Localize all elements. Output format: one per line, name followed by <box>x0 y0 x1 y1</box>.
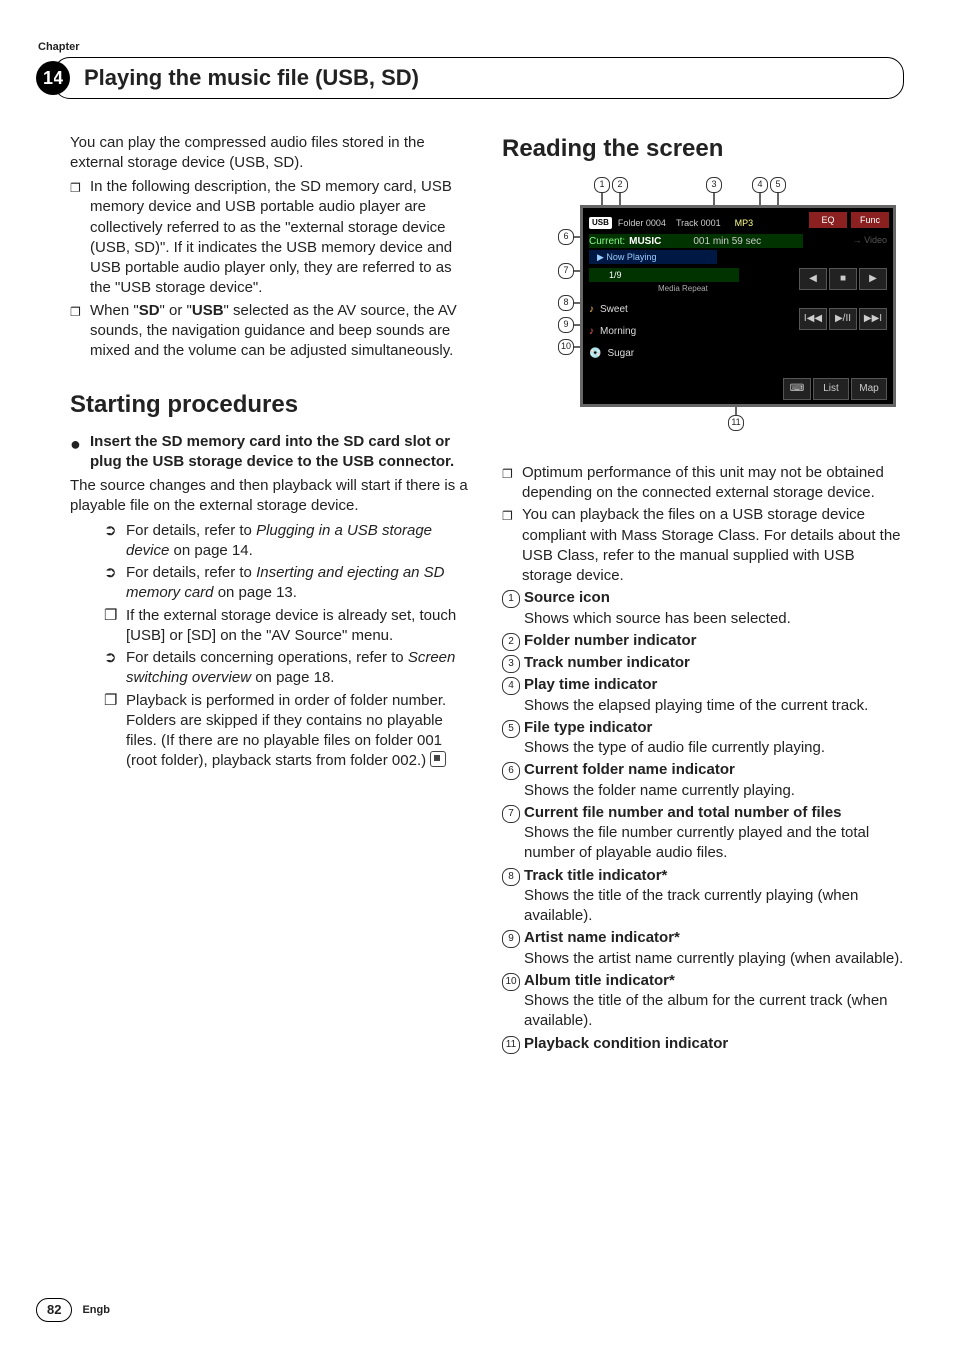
stop-button[interactable]: ■ <box>829 268 857 290</box>
right-column: Reading the screen 1 2 3 4 5 6 7 8 9 10 … <box>502 133 904 1056</box>
current-folder: MUSIC <box>629 235 661 249</box>
track-indicator: Track 0001 <box>676 217 721 229</box>
sub-note-set: ❐ If the external storage device is alre… <box>104 606 472 647</box>
screen-mock: USB Folder 0004 Track 0001 MP3 EQ Func C… <box>580 205 896 407</box>
step-lead: ● Insert the SD memory card into the SD … <box>70 432 472 473</box>
prev-button[interactable]: I◀◀ <box>799 308 827 330</box>
item-num-icon: 11 <box>502 1036 520 1054</box>
progress-indicator: 1/9 <box>589 268 739 282</box>
func-button[interactable]: Func <box>851 212 889 228</box>
left-column: You can play the compressed audio files … <box>36 133 472 1056</box>
keyboard-button[interactable]: ⌨ <box>783 378 811 400</box>
indicator-item-6: 6Current folder name indicatorShows the … <box>502 760 904 801</box>
item-num-icon: 7 <box>502 805 520 823</box>
callout-3: 3 <box>706 177 722 193</box>
chapter-label: Chapter <box>38 40 904 55</box>
ref-1: ➲ For details, refer to Plugging in a US… <box>104 521 472 562</box>
callout-10: 10 <box>558 339 574 355</box>
ref-arrow-icon: ➲ <box>104 563 126 604</box>
indicator-item-11: 11Playback condition indicator <box>502 1034 904 1054</box>
item-num-icon: 8 <box>502 868 520 886</box>
item-num-icon: 3 <box>502 655 520 673</box>
next-button[interactable]: ▶▶I <box>859 308 887 330</box>
item-num-icon: 1 <box>502 590 520 608</box>
now-playing: ▶ Now Playing <box>589 250 717 264</box>
indicator-item-1: 1Source iconShows which source has been … <box>502 588 904 629</box>
callout-11: 11 <box>728 415 744 431</box>
page-footer: 82 Engb <box>36 1298 110 1322</box>
eq-button[interactable]: EQ <box>809 212 847 228</box>
current-label: Current: <box>589 235 625 249</box>
item-num-icon: 5 <box>502 720 520 738</box>
callout-4: 4 <box>752 177 768 193</box>
ref-2: ➲ For details, refer to Inserting and ej… <box>104 563 472 604</box>
end-section-icon <box>430 751 446 767</box>
chapter-title: Playing the music file (USB, SD) <box>84 65 419 90</box>
rew-button[interactable]: ◀ <box>799 268 827 290</box>
bullet-icon: ❐ <box>104 606 126 647</box>
album-title: Sugar <box>607 347 634 361</box>
bullet-icon: ❐ <box>502 463 522 504</box>
track-title: Sweet <box>600 303 628 317</box>
file-type: MP3 <box>735 217 754 229</box>
starting-procedures-heading: Starting procedures <box>70 389 472 421</box>
bullet-icon: ❐ <box>70 301 90 362</box>
bullet-icon: ❐ <box>502 505 522 586</box>
step-bullet-icon: ● <box>70 432 90 473</box>
lang-code: Engb <box>82 1303 110 1318</box>
folder-indicator: Folder 0004 <box>618 217 666 229</box>
play-time: 001 min 59 sec <box>693 235 761 249</box>
indicator-item-2: 2Folder number indicator <box>502 631 904 651</box>
map-button[interactable]: Map <box>851 378 887 400</box>
callout-7: 7 <box>558 263 574 279</box>
ref-3: ➲ For details concerning operations, ref… <box>104 648 472 689</box>
callout-6: 6 <box>558 229 574 245</box>
indicator-item-8: 8Track title indicator*Shows the title o… <box>502 866 904 927</box>
indicator-item-7: 7Current file number and total number of… <box>502 803 904 864</box>
callout-9: 9 <box>558 317 574 333</box>
video-indicator: → Video <box>853 234 887 246</box>
ref-arrow-icon: ➲ <box>104 521 126 562</box>
list-button[interactable]: List <box>813 378 849 400</box>
artist-name: Morning <box>600 325 636 339</box>
ff-button[interactable]: ▶ <box>859 268 887 290</box>
callout-5: 5 <box>770 177 786 193</box>
right-note-2: ❐ You can playback the files on a USB st… <box>502 505 904 586</box>
usb-badge: USB <box>589 217 612 230</box>
screen-diagram: 1 2 3 4 5 6 7 8 9 10 11 USB Folder 0004 … <box>508 175 898 445</box>
reading-screen-heading: Reading the screen <box>502 133 904 165</box>
chapter-header: 14 Playing the music file (USB, SD) <box>36 57 904 99</box>
play-pause-button[interactable]: ▶/II <box>829 308 857 330</box>
note-2: ❐ When "SD" or "USB" selected as the AV … <box>70 301 472 362</box>
item-num-icon: 4 <box>502 677 520 695</box>
indicator-item-4: 4Play time indicatorShows the elapsed pl… <box>502 675 904 716</box>
callout-8: 8 <box>558 295 574 311</box>
indicator-item-10: 10Album title indicator*Shows the title … <box>502 971 904 1032</box>
media-repeat: Media Repeat <box>658 284 708 295</box>
note-1: ❐ In the following description, the SD m… <box>70 177 472 299</box>
ref-arrow-icon: ➲ <box>104 648 126 689</box>
item-num-icon: 6 <box>502 762 520 780</box>
intro-text: You can play the compressed audio files … <box>70 133 472 174</box>
item-num-icon: 10 <box>502 973 520 991</box>
page-number: 82 <box>36 1298 72 1322</box>
callout-1: 1 <box>594 177 610 193</box>
title-pill: Playing the music file (USB, SD) <box>53 57 904 99</box>
step-after: The source changes and then playback wil… <box>70 476 472 517</box>
indicator-item-5: 5File type indicatorShows the type of au… <box>502 718 904 759</box>
indicator-item-9: 9Artist name indicator*Shows the artist … <box>502 928 904 969</box>
sub-note-playback: ❐ Playback is performed in order of fold… <box>104 691 472 772</box>
bullet-icon: ❐ <box>104 691 126 772</box>
item-num-icon: 2 <box>502 633 520 651</box>
indicator-item-3: 3Track number indicator <box>502 653 904 673</box>
item-num-icon: 9 <box>502 930 520 948</box>
callout-2: 2 <box>612 177 628 193</box>
bullet-icon: ❐ <box>70 177 90 299</box>
right-note-1: ❐ Optimum performance of this unit may n… <box>502 463 904 504</box>
